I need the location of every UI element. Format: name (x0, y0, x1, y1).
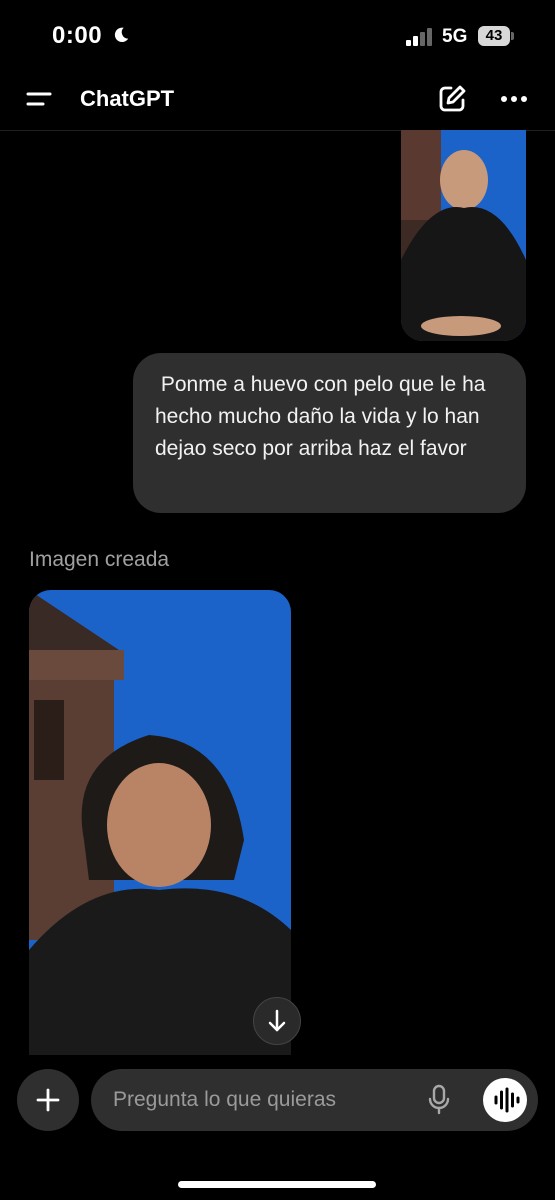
network-label: 5G (442, 26, 468, 47)
uploaded-photo[interactable] (401, 130, 526, 341)
signal-icon (406, 28, 432, 46)
generated-image[interactable] (29, 590, 291, 1055)
mic-icon (428, 1084, 450, 1115)
app-title: ChatGPT (80, 86, 175, 111)
battery-level: 43 (485, 27, 503, 44)
scroll-down-button[interactable] (253, 997, 301, 1045)
image-created-label: Imagen creada (29, 548, 170, 571)
app-header: ChatGPT (0, 70, 555, 131)
status-time: 0:00 (52, 22, 103, 49)
menu-button[interactable] (22, 84, 56, 114)
more-icon (501, 96, 527, 102)
dictate-button[interactable] (427, 1084, 451, 1116)
battery-icon: 43 (478, 26, 514, 46)
arrow-down-icon (268, 1009, 286, 1032)
home-indicator[interactable] (178, 1181, 376, 1188)
edit-icon (439, 85, 466, 112)
plus-icon (36, 1088, 60, 1112)
message-composer (91, 1069, 538, 1131)
moon-icon (114, 27, 129, 43)
status-bar: 0:00 5G 43 (0, 0, 555, 70)
menu-icon (26, 92, 52, 106)
new-chat-button[interactable] (436, 83, 468, 115)
user-message-bubble: Ponme a huevo con pelo que le ha hecho m… (133, 353, 526, 513)
message-input[interactable] (113, 1069, 413, 1131)
add-attachment-button[interactable] (17, 1069, 79, 1131)
voice-mode-icon (494, 1087, 520, 1113)
voice-mode-button[interactable] (483, 1078, 527, 1122)
more-options-button[interactable] (496, 84, 532, 114)
